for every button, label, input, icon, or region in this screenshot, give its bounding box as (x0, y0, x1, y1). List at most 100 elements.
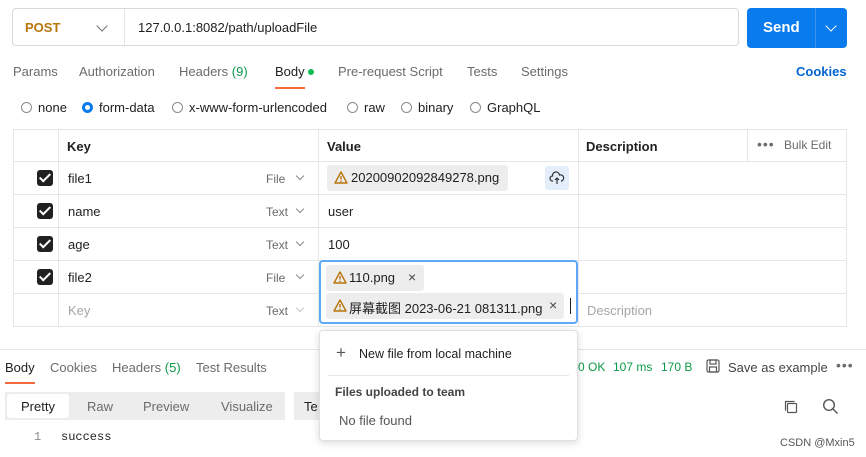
file-chip: 110.png × (326, 265, 424, 291)
tab-headers[interactable]: Headers (9) (179, 64, 248, 79)
response-tab-headers-label: Headers (112, 360, 162, 375)
warning-icon (333, 299, 347, 312)
tab-tests[interactable]: Tests (467, 64, 497, 79)
plus-icon: + (336, 343, 346, 362)
tab-headers-count: (9) (231, 64, 248, 79)
line-number: 1 (34, 430, 42, 444)
tab-params[interactable]: Params (13, 64, 58, 79)
tab-settings[interactable]: Settings (521, 64, 568, 79)
radio-raw[interactable] (347, 102, 358, 113)
response-status[interactable]: 0 OK (578, 360, 605, 374)
dropdown-divider (328, 375, 569, 376)
send-divider (815, 8, 816, 48)
save-icon (706, 359, 720, 373)
new-description-input[interactable]: Description (587, 303, 652, 318)
radio-raw-label: raw (364, 100, 385, 115)
tab-body[interactable]: Body (275, 64, 305, 79)
view-mode-preview[interactable]: Preview (143, 399, 189, 414)
response-tab-cookies[interactable]: Cookies (50, 360, 97, 375)
url-input[interactable]: 127.0.0.1:8082/path/uploadFile (138, 20, 317, 35)
response-tab-headers-count: (5) (164, 360, 181, 375)
radio-form-data[interactable] (82, 102, 93, 113)
response-size[interactable]: 170 B (661, 360, 692, 374)
file-chip-name: 屏幕截图 2023-06-21 081311.png (349, 301, 543, 316)
header-key: Key (67, 139, 91, 154)
file-value-field[interactable]: 110.png × 屏幕截图 2023-06-21 081311.png × (319, 260, 578, 324)
search-icon[interactable] (822, 398, 839, 415)
dropdown-section-title: Files uploaded to team (335, 385, 466, 399)
row-type-select[interactable]: File (266, 271, 285, 285)
new-key-input[interactable]: Key (68, 303, 90, 318)
send-label: Send (763, 19, 800, 36)
response-tab-headers[interactable]: Headers (5) (112, 360, 181, 375)
row-key[interactable]: file1 (68, 171, 92, 186)
save-as-example-button[interactable]: Save as example (728, 360, 828, 375)
upload-cloud-icon[interactable] (545, 166, 569, 190)
warning-icon (333, 271, 347, 284)
format-select-label: Te (304, 399, 318, 414)
no-file-found-text: No file found (339, 413, 412, 428)
file-chip-name: 20200902092849278.png (351, 170, 500, 185)
header-value: Value (327, 139, 361, 154)
response-time[interactable]: 107 ms (613, 360, 652, 374)
row-key[interactable]: file2 (68, 270, 92, 285)
file-chip-name: 110.png (349, 270, 396, 285)
file-chip: 屏幕截图 2023-06-21 081311.png × (326, 293, 564, 319)
response-body-text[interactable]: success (61, 430, 111, 444)
method-label: POST (25, 20, 61, 35)
method-select[interactable]: POST (13, 9, 125, 45)
radio-binary-label: binary (418, 100, 454, 115)
view-mode-visualize[interactable]: Visualize (221, 399, 273, 414)
row-key[interactable]: name (68, 204, 101, 219)
more-options-icon[interactable]: ••• (757, 136, 775, 152)
new-file-from-local-button[interactable]: New file from local machine (359, 347, 512, 361)
send-options-chevron-icon[interactable] (825, 20, 837, 32)
copy-icon[interactable] (783, 399, 799, 415)
new-row-type-select[interactable]: Text (266, 304, 288, 318)
radio-graphql-label: GraphQL (487, 100, 541, 115)
view-mode-pretty[interactable]: Pretty (21, 399, 55, 414)
row-checkbox[interactable] (37, 170, 53, 186)
row-checkbox[interactable] (37, 236, 53, 252)
warning-icon (334, 171, 348, 184)
bulk-edit-button[interactable]: Bulk Edit (784, 138, 831, 152)
cookies-link[interactable]: Cookies (796, 64, 847, 79)
send-button[interactable]: Send (747, 8, 847, 48)
radio-urlencoded[interactable] (172, 102, 183, 113)
radio-graphql[interactable] (470, 102, 481, 113)
more-options-icon[interactable]: ••• (836, 357, 854, 373)
row-key[interactable]: age (68, 237, 90, 252)
remove-file-icon[interactable]: × (549, 297, 557, 313)
radio-binary[interactable] (401, 102, 412, 113)
row-divider (13, 227, 847, 228)
row-type-select[interactable]: Text (266, 205, 288, 219)
col-divider (58, 129, 59, 327)
file-chip[interactable]: 20200902092849278.png (327, 165, 508, 191)
tab-body-underline (275, 87, 305, 89)
row-divider (13, 161, 847, 162)
row-divider (13, 194, 847, 195)
row-value[interactable]: user (328, 204, 353, 219)
row-type-select[interactable]: File (266, 172, 285, 186)
radio-none[interactable] (21, 102, 32, 113)
response-tab-test-results[interactable]: Test Results (196, 360, 267, 375)
row-value[interactable]: 100 (328, 237, 350, 252)
tab-authorization[interactable]: Authorization (79, 64, 155, 79)
col-divider (578, 129, 579, 327)
text-cursor (570, 298, 571, 314)
row-checkbox[interactable] (37, 203, 53, 219)
response-tab-body[interactable]: Body (5, 360, 35, 375)
view-mode-raw[interactable]: Raw (87, 399, 113, 414)
tab-pre-request-script[interactable]: Pre-request Script (338, 64, 443, 79)
body-active-dot (308, 69, 314, 75)
remove-file-icon[interactable]: × (408, 269, 416, 285)
header-description: Description (586, 139, 658, 154)
col-divider (747, 129, 748, 161)
tab-headers-label: Headers (179, 64, 229, 79)
row-type-select[interactable]: Text (266, 238, 288, 252)
row-checkbox[interactable] (37, 269, 53, 285)
request-bar: POST 127.0.0.1:8082/path/uploadFile (12, 8, 739, 46)
chevron-down-icon (96, 20, 108, 32)
response-tab-underline (5, 382, 35, 384)
watermark: CSDN @Mxin5 (780, 437, 855, 449)
